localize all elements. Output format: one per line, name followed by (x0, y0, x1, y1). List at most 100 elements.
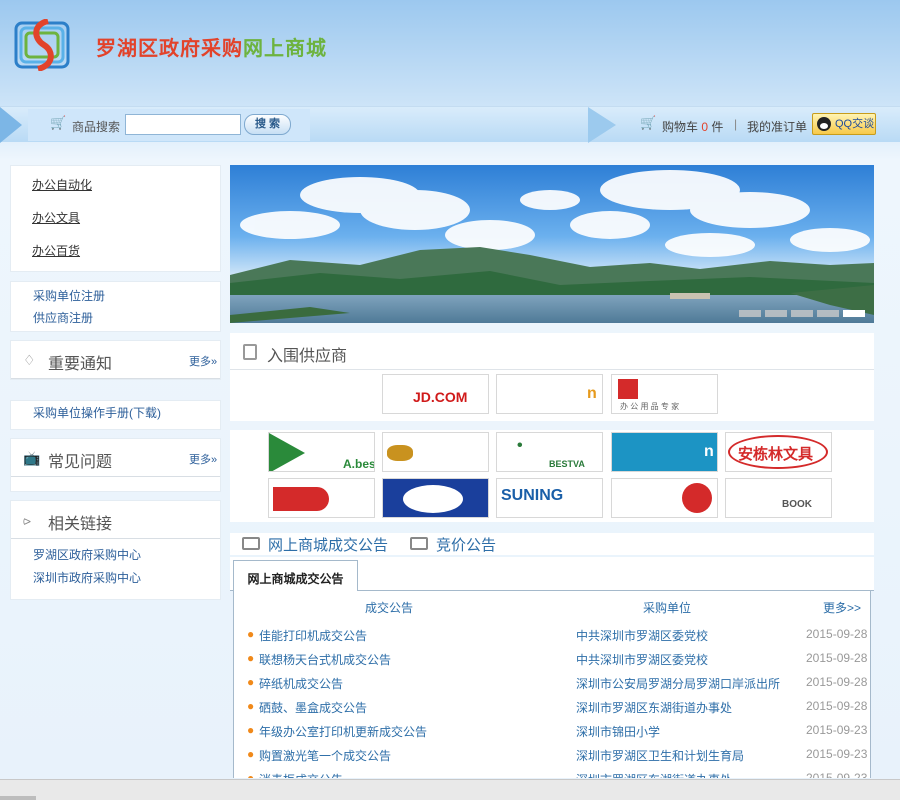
supplier-logo-10[interactable] (382, 478, 489, 518)
supplier-logo-12[interactable] (611, 478, 718, 518)
notice-more-link[interactable]: 更多» (189, 353, 217, 369)
faq-more-link[interactable]: 更多» (189, 451, 217, 467)
right-arrow-decoration (588, 107, 616, 143)
column-header-unit: 采购单位 (643, 601, 692, 615)
horizontal-scrollbar[interactable] (0, 796, 36, 800)
cart-link[interactable]: 购物车 0 件 (662, 118, 723, 135)
supplier-register-link[interactable]: 供应商注册 (33, 309, 93, 326)
supplier-logo-book[interactable]: BOOK (725, 478, 832, 518)
table-row: ● 碎纸机成交公告 深圳市公安局罗湖分局罗湖口岸派出所 2015-09-28 (234, 670, 870, 694)
supplier-logo-3[interactable]: 办 公 用 品 专 家 (611, 374, 718, 414)
related-link-luohu[interactable]: 罗湖区政府采购中心 (33, 546, 141, 563)
tab-mall-deals-label: 网上商城成交公告 (268, 537, 389, 554)
purchasing-unit-link[interactable]: 中共深圳市罗湖区委党校 (576, 627, 708, 644)
purchasing-unit-link[interactable]: 深圳市公安局罗湖分局罗湖口岸派出所 (576, 675, 780, 692)
faq-header: 📺 常见问题 更多» (11, 439, 220, 477)
qq-chat-button[interactable]: QQ交谈 (812, 113, 876, 135)
supplier-logo-abest[interactable]: A.best (268, 432, 375, 472)
announcement-date: 2015-09-28 (806, 651, 868, 665)
table-row: ● 购置激光笔一个成交公告 深圳市罗湖区卫生和计划生育局 2015-09-23 (234, 742, 870, 766)
banner-dot-2[interactable] (765, 310, 787, 317)
notice-header-box: ♢ 重要通知 更多» (10, 340, 221, 380)
supplier-logo-text: BOOK (782, 499, 812, 510)
announcement-list: 成交公告 采购单位 更多>> ● 佳能打印机成交公告 中共深圳市罗湖区委党校 2015… (233, 591, 871, 778)
cart-count: 0 (701, 120, 709, 134)
qq-penguin-icon (817, 117, 831, 131)
announcement-date: 2015-09-23 (806, 771, 868, 778)
suppliers-title: 入围供应商 (267, 348, 348, 365)
table-row: ● 佳能打印机成交公告 中共深圳市罗湖区委党校 2015-09-28 (234, 622, 870, 646)
announcement-title-link[interactable]: 购置激光笔一个成交公告 (259, 747, 391, 764)
suppliers-header: 入围供应商 (230, 333, 874, 370)
supplier-logo-2[interactable]: n (496, 374, 603, 414)
table-row: ● 硒鼓、墨盒成交公告 深圳市罗湖区东湖街道办事处 2015-09-28 (234, 694, 870, 718)
search-input[interactable] (125, 114, 241, 135)
announcement-date: 2015-09-28 (806, 675, 868, 689)
bullet-icon: ● (247, 675, 255, 689)
tv-icon: 📺 (23, 450, 41, 466)
notice-item[interactable]: 采购单位操作手册(下载) (33, 404, 161, 421)
subtab-mall-deals[interactable]: 网上商城成交公告 (233, 560, 358, 592)
announcements-more-link[interactable]: 更多>> (823, 599, 861, 616)
tab-bidding[interactable]: 竞价公告 (410, 534, 497, 555)
banner-dot-5[interactable] (843, 310, 865, 317)
cart-icon: 🛒 (50, 115, 67, 130)
announcement-title-link[interactable]: 年级办公室打印机更新成交公告 (259, 723, 427, 740)
category-office-supplies[interactable]: 办公百货 (32, 242, 80, 259)
hero-banner[interactable] (230, 165, 874, 323)
site-logo-icon[interactable] (14, 19, 74, 71)
related-links-title: 相关链接 (48, 516, 113, 533)
site-title-part2: 网上商城 (243, 36, 327, 60)
buyer-register-link[interactable]: 采购单位注册 (33, 287, 105, 304)
tab-bidding-label: 竞价公告 (436, 537, 497, 554)
announcement-title-link[interactable]: 佳能打印机成交公告 (259, 627, 367, 644)
site-header: 罗湖区政府采购网上商城 (0, 0, 900, 105)
category-office-stationery[interactable]: 办公文具 (32, 209, 80, 226)
search-button[interactable]: 搜 索 (244, 114, 291, 135)
folder-icon (410, 537, 428, 550)
supplier-logo-5[interactable] (382, 432, 489, 472)
bell-icon: ♢ (23, 352, 36, 368)
announcement-title-link[interactable]: 硒鼓、墨盒成交公告 (259, 699, 367, 716)
suppliers-panel: 入围供应商 JD.COM n 办 公 用 品 专 家 (230, 333, 874, 421)
supplier-logo-7[interactable]: n (611, 432, 718, 472)
purchasing-unit-link[interactable]: 中共深圳市罗湖区委党校 (576, 651, 708, 668)
table-row: ● 联想杨天台式机成交公告 中共深圳市罗湖区委党校 2015-09-28 (234, 646, 870, 670)
supplier-logo-bestva[interactable]: • BESTVA (496, 432, 603, 472)
announcement-date: 2015-09-28 (806, 627, 868, 641)
supplier-logo-jd[interactable]: JD.COM (382, 374, 489, 414)
supplier-logo-text: JD.COM (413, 389, 468, 405)
category-office-automation[interactable]: 办公自动化 (32, 176, 92, 193)
column-header-title: 成交公告 (365, 601, 414, 615)
bullet-icon: ● (247, 627, 255, 641)
supplier-logo-9[interactable] (268, 478, 375, 518)
purchasing-unit-link[interactable]: 深圳市锦田小学 (576, 723, 660, 740)
cart-unit: 件 (711, 120, 724, 134)
purchasing-unit-link[interactable]: 深圳市罗湖区卫生和计划生育局 (576, 747, 744, 764)
supplier-logo-suning[interactable]: SUNING (496, 478, 603, 518)
supplier-logo-text: 办 公 用 品 专 家 (620, 402, 680, 411)
building-icon (243, 344, 257, 360)
announcement-tabs: 网上商城成交公告 竞价公告 (230, 533, 874, 555)
announcement-title-link[interactable]: 联想杨天台式机成交公告 (259, 651, 391, 668)
notice-header: ♢ 重要通知 更多» (11, 341, 220, 379)
banner-dot-4[interactable] (817, 310, 839, 317)
my-orders-link[interactable]: 我的准订单 (747, 118, 807, 135)
purchasing-unit-link[interactable]: 深圳市罗湖区东湖街道办事处 (576, 699, 732, 716)
share-icon: ⪧ (23, 512, 31, 528)
divider: | (734, 117, 738, 131)
banner-dot-1[interactable] (739, 310, 761, 317)
purchasing-unit-link[interactable]: 深圳市罗湖区东湖街道办事处 (576, 771, 732, 778)
site-title: 罗湖区政府采购网上商城 (96, 32, 327, 61)
announcement-title-link[interactable]: 碎纸机成交公告 (259, 675, 343, 692)
related-link-shenzhen[interactable]: 深圳市政府采购中心 (33, 569, 141, 586)
table-row: ● 年级办公室打印机更新成交公告 深圳市锦田小学 2015-09-23 (234, 718, 870, 742)
bullet-icon: ● (247, 747, 255, 761)
announcement-title-link[interactable]: 消毒柜成交公告 (259, 771, 343, 778)
supplier-logo-antonglin[interactable]: 安栋林文具 (725, 432, 832, 472)
tab-mall-deals[interactable]: 网上商城成交公告 (242, 534, 389, 555)
category-box: 办公自动化 办公文具 办公百货 (10, 165, 221, 272)
supplier-logo-text: BESTVA (549, 459, 585, 469)
cart-label: 购物车 (662, 120, 699, 134)
banner-dot-3[interactable] (791, 310, 813, 317)
